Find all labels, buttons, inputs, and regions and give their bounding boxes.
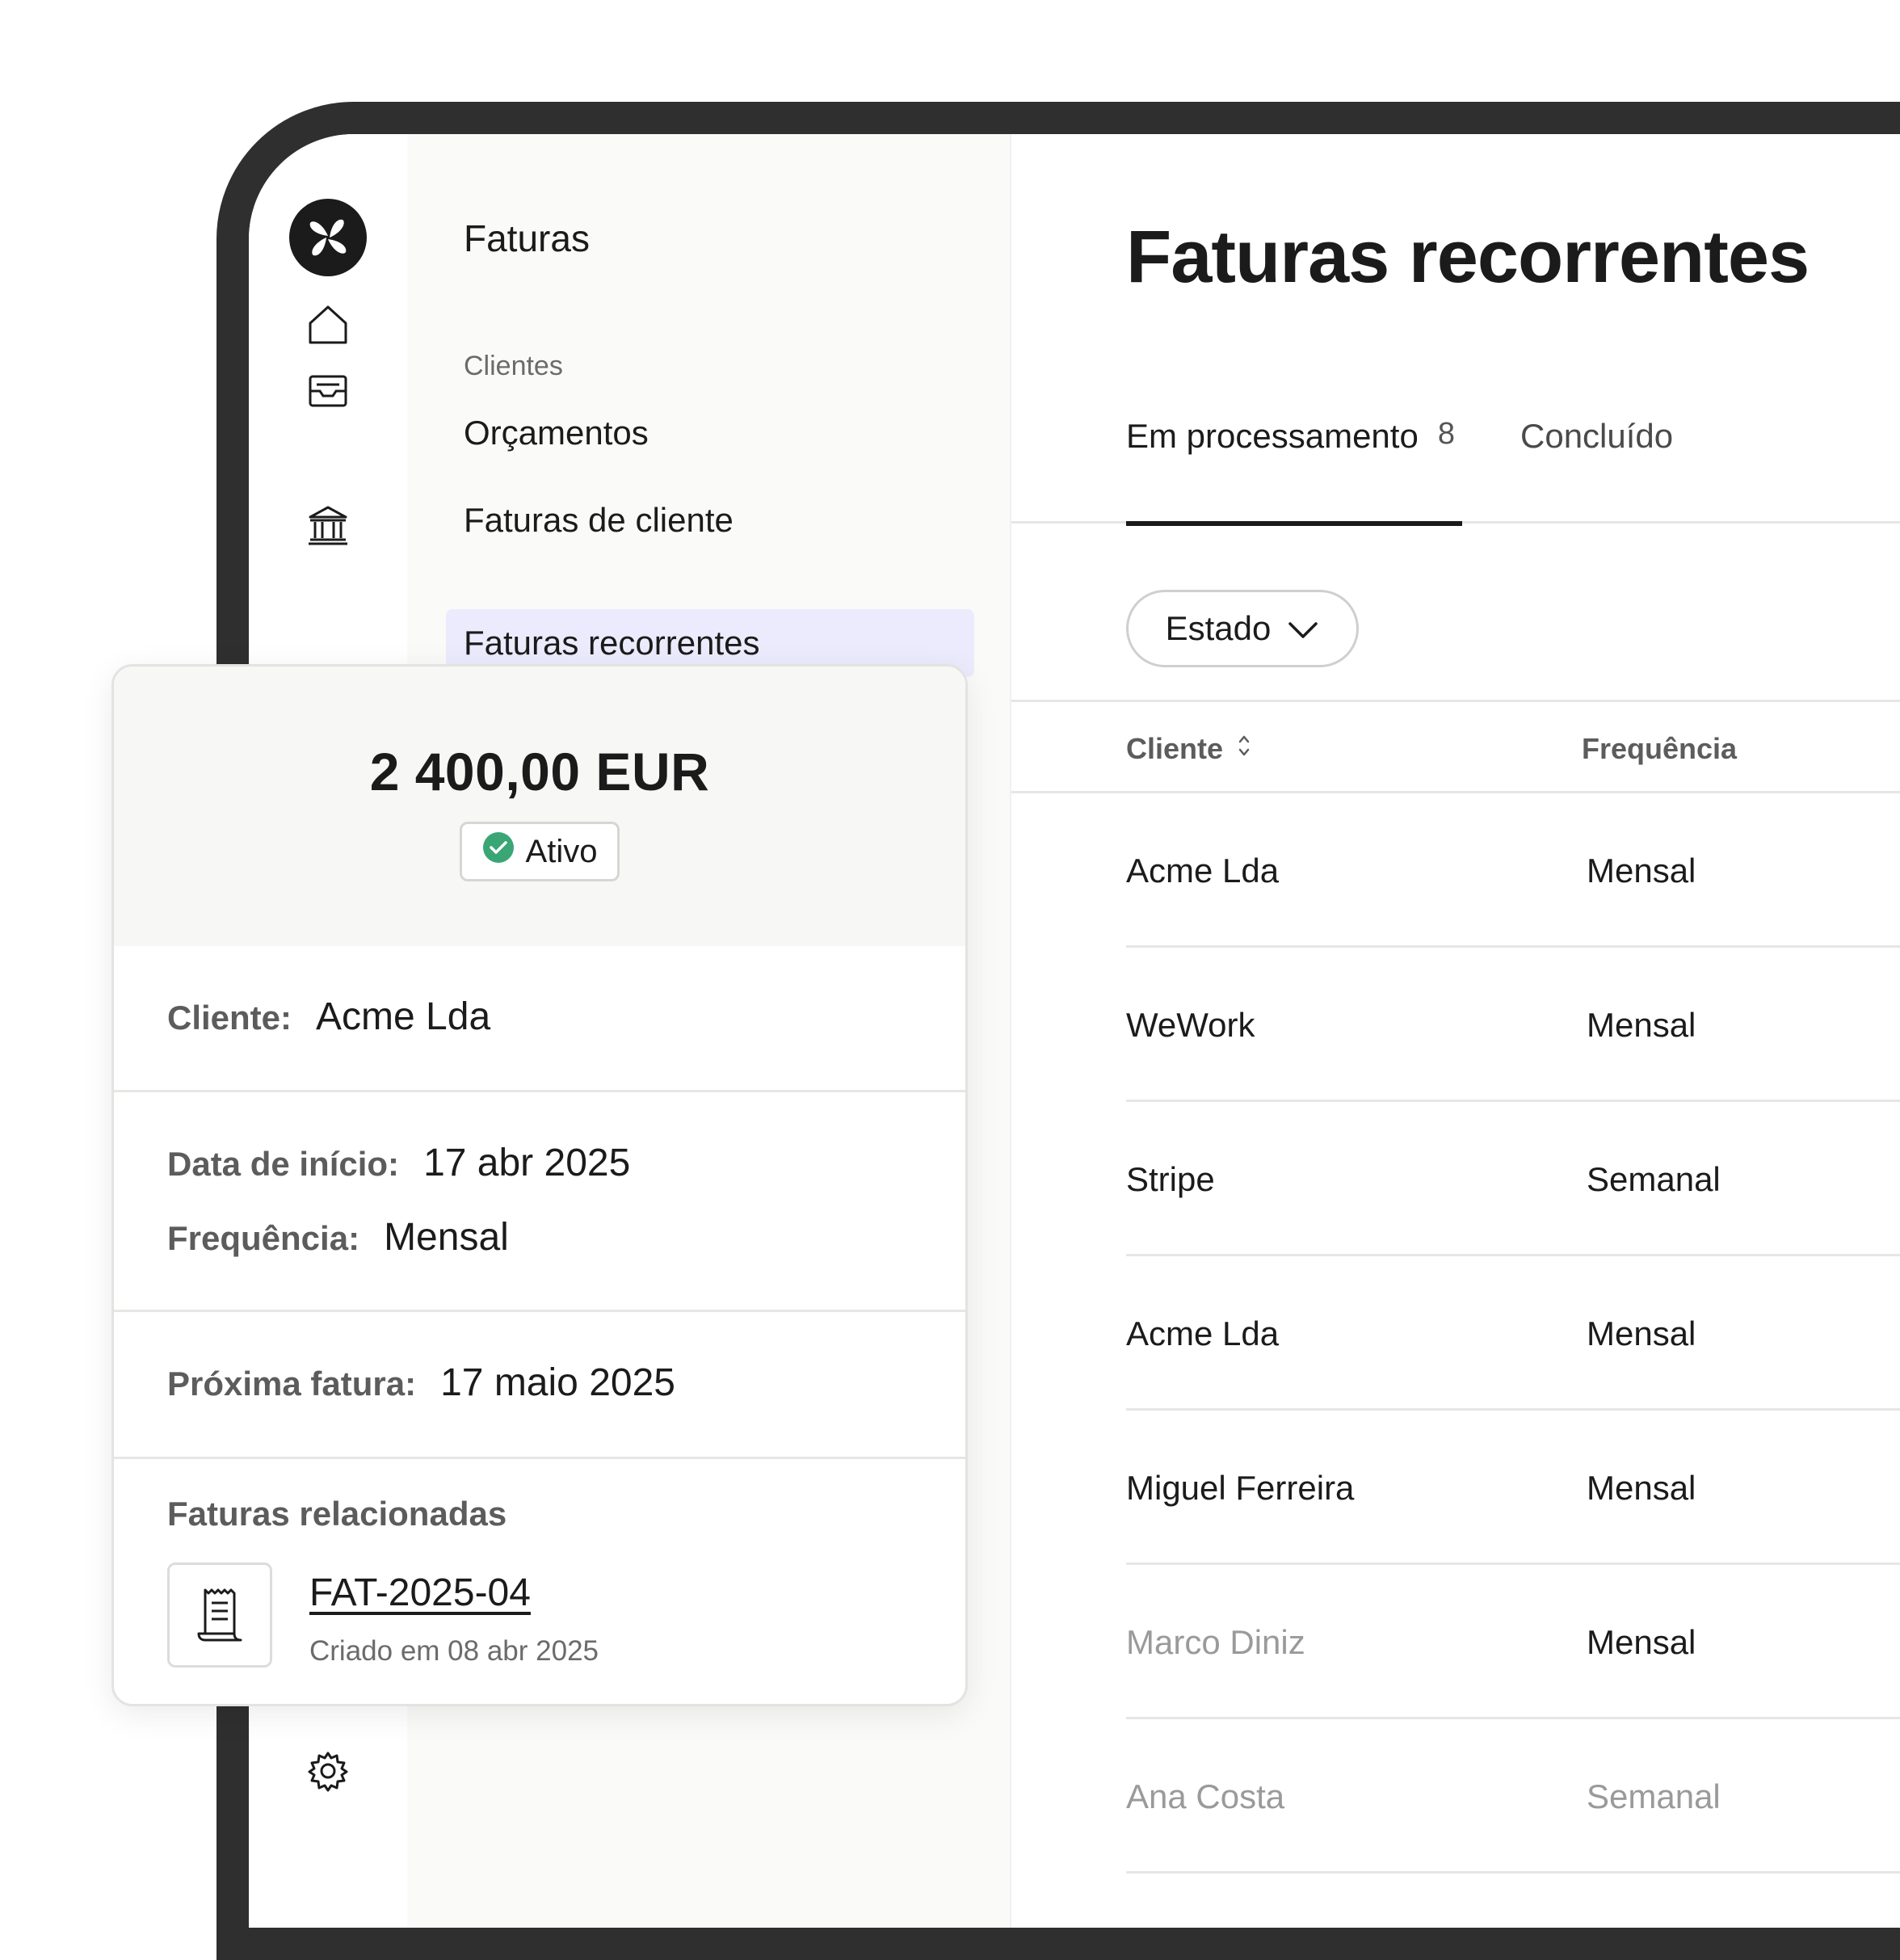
cell-client: Acme Lda xyxy=(1126,1314,1280,1352)
status-label: Ativo xyxy=(525,833,598,869)
table-row[interactable]: Stripe Semanal xyxy=(1126,1102,1900,1256)
cell-client: WeWork xyxy=(1126,1005,1255,1044)
table-row[interactable]: Miguel Ferreira Mensal xyxy=(1126,1411,1900,1565)
cell-frequency: Mensal xyxy=(1587,1005,1696,1044)
card-section-next-invoice: Próxima fatura: 17 maio 2025 xyxy=(114,1310,965,1457)
nav-item-faturas-de-cliente[interactable]: Faturas de cliente xyxy=(464,501,734,540)
field-label: Cliente: xyxy=(167,999,292,1037)
gear-icon[interactable] xyxy=(305,1748,351,1794)
tab-label: Em processamento xyxy=(1126,417,1419,455)
filter-label: Estado xyxy=(1165,609,1272,647)
cell-client: Stripe xyxy=(1126,1159,1215,1198)
tab-count-badge: 8 xyxy=(1437,417,1455,451)
field-value: 17 maio 2025 xyxy=(440,1361,675,1404)
sort-icon[interactable] xyxy=(1236,732,1252,766)
cell-frequency: Semanal xyxy=(1587,1777,1721,1815)
check-circle-icon xyxy=(482,831,515,872)
field-frequency: Frequência: Mensal xyxy=(167,1215,509,1260)
cell-frequency: Mensal xyxy=(1587,851,1696,890)
invoice-amount: 2 400,00 EUR xyxy=(369,742,710,801)
table-row[interactable]: Acme Lda Mensal xyxy=(1126,793,1900,948)
field-value: Mensal xyxy=(384,1216,509,1259)
cell-frequency: Semanal xyxy=(1587,1159,1721,1198)
cell-client: Ana Costa xyxy=(1126,1777,1285,1815)
field-label: Próxima fatura: xyxy=(167,1365,417,1403)
page-title: Faturas recorrentes xyxy=(1126,216,1810,298)
inbox-icon[interactable] xyxy=(305,368,351,414)
nav-item-orcamentos[interactable]: Orçamentos xyxy=(464,414,649,452)
table-row[interactable]: Marco Diniz Mensal xyxy=(1126,1565,1900,1719)
cell-frequency: Mensal xyxy=(1587,1314,1696,1352)
field-value: 17 abr 2025 xyxy=(423,1142,631,1184)
tab-bar: Em processamento 8 Concluído xyxy=(1011,417,1900,526)
field-next-invoice: Próxima fatura: 17 maio 2025 xyxy=(167,1361,675,1405)
card-section-related: Faturas relacionadas FAT-2025-04 Criado … xyxy=(114,1457,965,1704)
estado-filter-button[interactable]: Estado xyxy=(1126,590,1359,667)
column-header-cliente[interactable]: Cliente xyxy=(1126,702,1252,796)
table-row[interactable]: WeWork Mensal xyxy=(1126,948,1900,1102)
field-label: Frequência: xyxy=(167,1219,360,1257)
bank-icon[interactable] xyxy=(305,503,351,548)
column-header-frequencia[interactable]: Frequência xyxy=(1582,702,1737,796)
field-label: Data de início: xyxy=(167,1145,400,1183)
table-row[interactable]: Ana Costa Semanal xyxy=(1126,1719,1900,1874)
chevron-down-icon xyxy=(1287,609,1319,648)
cell-frequency: Mensal xyxy=(1587,1468,1696,1507)
main-content: Faturas recorrentes Em processamento 8 C… xyxy=(1011,134,1900,1928)
field-value: Acme Lda xyxy=(316,995,491,1038)
cell-client: Acme Lda xyxy=(1126,851,1280,890)
tab-concluido[interactable]: Concluído xyxy=(1520,417,1673,524)
invoice-table-body: Acme Lda Mensal WeWork Mensal Stripe Sem… xyxy=(1126,793,1900,1874)
related-invoice-link[interactable]: FAT-2025-04 xyxy=(309,1571,531,1615)
table-header: Cliente Frequência xyxy=(1011,700,1900,793)
card-summary: 2 400,00 EUR Ativo xyxy=(114,667,965,946)
nav-section-clientes[interactable]: Clientes xyxy=(464,351,563,382)
cell-client: Miguel Ferreira xyxy=(1126,1468,1355,1507)
tab-em-processamento[interactable]: Em processamento 8 xyxy=(1126,417,1462,526)
nav-item-label: Faturas recorrentes xyxy=(464,624,760,662)
column-label: Cliente xyxy=(1126,732,1224,765)
tab-label: Concluído xyxy=(1520,417,1674,455)
home-icon[interactable] xyxy=(305,302,351,347)
card-section-client: Cliente: Acme Lda xyxy=(114,946,965,1091)
card-section-schedule: Data de início: 17 abr 2025 Frequência: … xyxy=(114,1090,965,1310)
field-start-date: Data de início: 17 abr 2025 xyxy=(167,1141,630,1185)
cell-client: Marco Diniz xyxy=(1126,1622,1305,1661)
receipt-icon[interactable] xyxy=(167,1563,272,1668)
status-badge: Ativo xyxy=(460,822,620,881)
related-invoice-created: Criado em 08 abr 2025 xyxy=(309,1635,599,1667)
field-client: Cliente: Acme Lda xyxy=(167,995,490,1039)
nav-title: Faturas xyxy=(464,217,590,259)
table-row[interactable]: Acme Lda Mensal xyxy=(1126,1256,1900,1411)
cell-frequency: Mensal xyxy=(1587,1622,1696,1661)
logo-icon[interactable] xyxy=(289,199,367,276)
recurring-invoice-detail-card: 2 400,00 EUR Ativo Cliente: Acme Lda Dat… xyxy=(111,664,968,1706)
related-invoices-title: Faturas relacionadas xyxy=(167,1495,507,1533)
